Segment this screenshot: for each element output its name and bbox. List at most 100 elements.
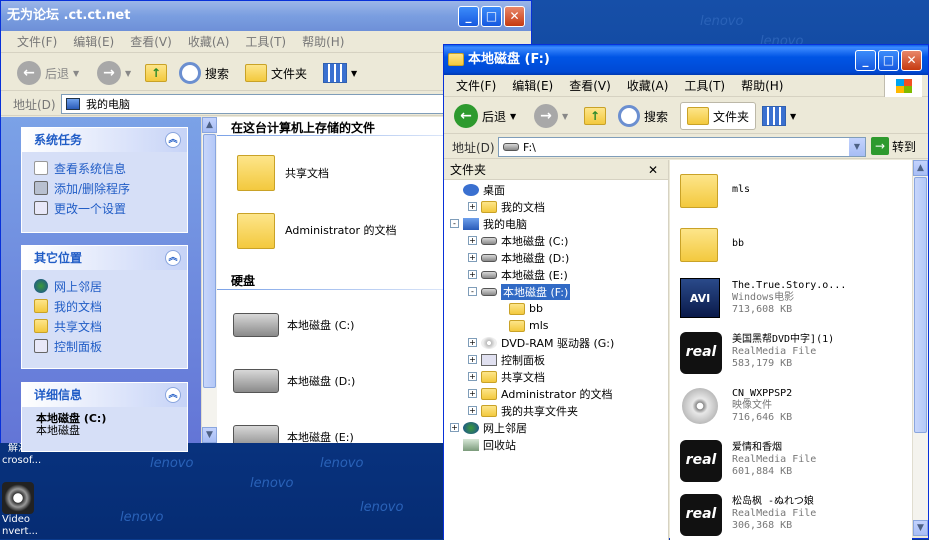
file-item[interactable]: CN_WXPPSP2 映像文件 716,646 KB bbox=[670, 380, 912, 432]
item-admin-documents[interactable]: Administrator 的文档 bbox=[237, 213, 405, 249]
collapse-icon[interactable]: - bbox=[450, 219, 459, 228]
tree-item[interactable]: bb bbox=[496, 300, 543, 317]
expand-icon[interactable]: + bbox=[468, 355, 477, 364]
task-view-system-info[interactable]: 查看系统信息 bbox=[22, 158, 187, 178]
file-item[interactable]: AVI The.True.Story.o... Windows电影 713,608 K… bbox=[670, 272, 912, 324]
menu-view[interactable]: 查看(V) bbox=[122, 31, 180, 53]
tree-item[interactable]: - 我的电脑 bbox=[450, 215, 527, 232]
expand-icon[interactable]: + bbox=[468, 406, 477, 415]
menu-help[interactable]: 帮助(H) bbox=[733, 75, 791, 97]
file-item[interactable]: bb bbox=[670, 218, 912, 270]
up-folder-button[interactable]: ↑ bbox=[145, 59, 167, 87]
minimize-button[interactable]: _ bbox=[855, 50, 876, 71]
tree-item[interactable]: + 我的共享文件夹 bbox=[468, 402, 578, 419]
up-folder-button[interactable]: ↑ bbox=[584, 102, 606, 130]
views-icon bbox=[323, 63, 347, 83]
address-dropdown-icon[interactable]: ▼ bbox=[849, 138, 865, 156]
vertical-scrollbar[interactable]: ▲ ▼ bbox=[201, 117, 217, 443]
close-pane-icon[interactable]: ✕ bbox=[648, 160, 658, 180]
folders-button[interactable]: 文件夹 bbox=[245, 59, 307, 87]
address-input[interactable]: F:\ ▼ bbox=[498, 137, 866, 157]
folders-button[interactable]: 文件夹 bbox=[680, 102, 757, 130]
file-item[interactable]: real 美国黑帮DVD中字](1) RealMedia File 583,179 K… bbox=[670, 326, 912, 378]
menu-tools[interactable]: 工具(T) bbox=[676, 75, 733, 97]
views-button[interactable]: ▼ bbox=[323, 59, 357, 87]
place-shared-documents[interactable]: 共享文档 bbox=[22, 316, 187, 336]
collapse-chevron-icon[interactable]: ︽ bbox=[165, 132, 181, 148]
tree-item[interactable]: + 网上邻居 bbox=[450, 419, 527, 436]
views-button[interactable]: ▼ bbox=[762, 102, 796, 130]
file-item[interactable]: mls bbox=[670, 164, 912, 216]
panel-header[interactable]: 其它位置 ︽ bbox=[22, 246, 187, 270]
expand-icon[interactable]: + bbox=[468, 202, 477, 211]
drive-d[interactable]: 本地磁盘 (D:) bbox=[233, 369, 355, 393]
scroll-thumb[interactable] bbox=[914, 177, 927, 433]
tree-item[interactable]: + 控制面板 bbox=[468, 351, 545, 368]
menu-edit[interactable]: 编辑(E) bbox=[504, 75, 561, 97]
item-shared-documents[interactable]: 共享文档 bbox=[237, 155, 329, 191]
tree-item[interactable]: 桌面 bbox=[450, 181, 505, 198]
menu-tools[interactable]: 工具(T) bbox=[237, 31, 294, 53]
collapse-chevron-icon[interactable]: ︽ bbox=[165, 387, 181, 403]
file-item[interactable]: real 松岛枫 -ぬれつ娘 RealMedia File 306,368 KB bbox=[670, 488, 912, 540]
go-button[interactable]: → 转到 bbox=[871, 137, 916, 155]
file-item[interactable]: real 爱情和香烟 RealMedia File 601,884 KB bbox=[670, 434, 912, 486]
tree-item[interactable]: - 本地磁盘 (F:) bbox=[468, 283, 571, 300]
tree-item[interactable]: + 我的文档 bbox=[468, 198, 545, 215]
collapse-icon[interactable]: - bbox=[468, 287, 477, 296]
expand-icon[interactable]: + bbox=[450, 423, 459, 432]
panel-header[interactable]: 系统任务 ︽ bbox=[22, 128, 187, 152]
menu-favorites[interactable]: 收藏(A) bbox=[619, 75, 677, 97]
task-add-remove-programs[interactable]: 添加/删除程序 bbox=[22, 178, 187, 198]
tree-item[interactable]: + 本地磁盘 (C:) bbox=[468, 232, 568, 249]
expand-icon[interactable]: + bbox=[468, 253, 477, 262]
tree-item[interactable]: + 本地磁盘 (E:) bbox=[468, 266, 568, 283]
drive-c[interactable]: 本地磁盘 (C:) bbox=[233, 313, 354, 337]
tree-item[interactable]: + 本地磁盘 (D:) bbox=[468, 249, 569, 266]
scroll-down-arrow[interactable]: ▼ bbox=[913, 520, 928, 536]
collapse-chevron-icon[interactable]: ︽ bbox=[165, 250, 181, 266]
expand-icon[interactable]: + bbox=[468, 389, 477, 398]
tree-item[interactable]: mls bbox=[496, 317, 549, 334]
local-disk-f-window[interactable]: 本地磁盘 (F:) _ □ ✕ 文件(F) 编辑(E) 查看(V) 收藏(A) 工具(T… bbox=[443, 44, 929, 540]
scroll-thumb[interactable] bbox=[203, 134, 216, 388]
scroll-up-arrow[interactable]: ▲ bbox=[202, 117, 217, 133]
expand-icon[interactable]: + bbox=[468, 338, 477, 347]
maximize-button[interactable]: □ bbox=[878, 50, 899, 71]
search-button[interactable]: 搜索 bbox=[179, 59, 229, 87]
desktop-icon-video-converter[interactable]: Video nvert... bbox=[2, 482, 62, 538]
minimize-button[interactable]: _ bbox=[458, 6, 479, 27]
search-button[interactable]: 搜索 bbox=[618, 102, 668, 130]
menu-favorites[interactable]: 收藏(A) bbox=[180, 31, 238, 53]
menu-file[interactable]: 文件(F) bbox=[9, 31, 65, 53]
menu-file[interactable]: 文件(F) bbox=[448, 75, 504, 97]
expand-icon[interactable]: + bbox=[468, 372, 477, 381]
menu-help[interactable]: 帮助(H) bbox=[294, 31, 352, 53]
close-button[interactable]: ✕ bbox=[504, 6, 525, 27]
task-change-setting[interactable]: 更改一个设置 bbox=[22, 198, 187, 218]
close-button[interactable]: ✕ bbox=[901, 50, 922, 71]
scroll-down-arrow[interactable]: ▼ bbox=[202, 427, 217, 443]
menu-edit[interactable]: 编辑(E) bbox=[65, 31, 122, 53]
forward-button[interactable]: → ▼ bbox=[97, 59, 131, 87]
window-title-bar[interactable]: 无为论坛 .ct.ct.net _ □ ✕ bbox=[1, 1, 531, 31]
maximize-button[interactable]: □ bbox=[481, 6, 502, 27]
place-network[interactable]: 网上邻居 bbox=[22, 276, 187, 296]
back-button[interactable]: ← 后退 ▼ bbox=[17, 59, 79, 87]
place-my-documents[interactable]: 我的文档 bbox=[22, 296, 187, 316]
drive-e[interactable]: 本地磁盘 (E:) bbox=[233, 425, 354, 443]
panel-header[interactable]: 详细信息 ︽ bbox=[22, 383, 187, 407]
tree-item[interactable]: + DVD-RAM 驱动器 (G:) bbox=[468, 334, 614, 351]
menu-view[interactable]: 查看(V) bbox=[561, 75, 619, 97]
expand-icon[interactable]: + bbox=[468, 236, 477, 245]
back-button[interactable]: ← 后退 ▼ bbox=[454, 102, 516, 130]
tree-item[interactable]: + 共享文档 bbox=[468, 368, 545, 385]
tree-item[interactable]: 回收站 bbox=[450, 436, 516, 453]
forward-button[interactable]: → ▼ bbox=[534, 102, 568, 130]
place-control-panel[interactable]: 控制面板 bbox=[22, 336, 187, 356]
window-title-bar[interactable]: 本地磁盘 (F:) _ □ ✕ bbox=[444, 45, 928, 75]
scroll-up-arrow[interactable]: ▲ bbox=[913, 160, 928, 176]
expand-icon[interactable]: + bbox=[468, 270, 477, 279]
vertical-scrollbar[interactable]: ▲ ▼ bbox=[912, 160, 928, 536]
tree-item[interactable]: + Administrator 的文档 bbox=[468, 385, 612, 402]
